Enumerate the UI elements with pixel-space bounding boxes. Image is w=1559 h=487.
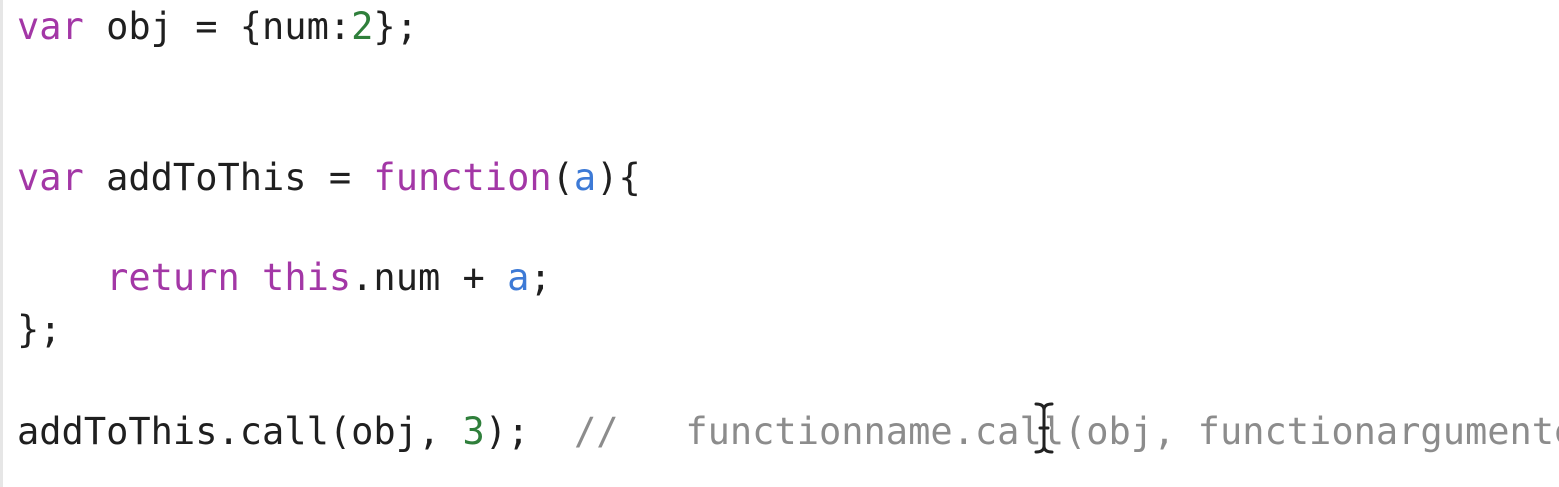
parameter-a: a (507, 256, 530, 299)
code-text: obj = {num: (83, 5, 352, 48)
parameter-a: a (573, 156, 597, 199)
keyword-return: return (106, 256, 240, 299)
code-text: }; (373, 5, 418, 48)
code-text: addToThis = (83, 156, 374, 199)
number-literal: 3 (462, 410, 485, 453)
code-line-1[interactable]: var obj = {num:2}; (17, 2, 418, 52)
code-text: ( (551, 156, 574, 199)
text-cursor-icon (1033, 402, 1055, 454)
code-text: ); (484, 410, 530, 453)
code-text: ){ (596, 156, 641, 199)
code-text: ; (529, 256, 552, 299)
code-line-5[interactable]: addToThis.call(obj, 3); // functionname.… (17, 407, 1559, 457)
code-text: }; (17, 308, 62, 351)
code-line-2[interactable]: var addToThis = function(a){ (17, 153, 641, 203)
editor-left-edge (0, 0, 3, 487)
code-comment: // functionname.call(obj, functionargume… (573, 410, 1559, 453)
keyword-function: function (373, 156, 552, 199)
code-text: addToThis.call(obj, (17, 410, 463, 453)
code-line-3[interactable]: return this.num + a; (17, 253, 552, 303)
code-line-4[interactable]: }; (17, 305, 62, 355)
keyword-var: var (17, 5, 84, 48)
keyword-this: this (262, 256, 352, 299)
keyword-var: var (17, 156, 84, 199)
code-editor[interactable]: var obj = {num:2}; var addToThis = funct… (0, 0, 1559, 487)
number-literal: 2 (351, 5, 374, 48)
code-text: .num + (351, 256, 508, 299)
